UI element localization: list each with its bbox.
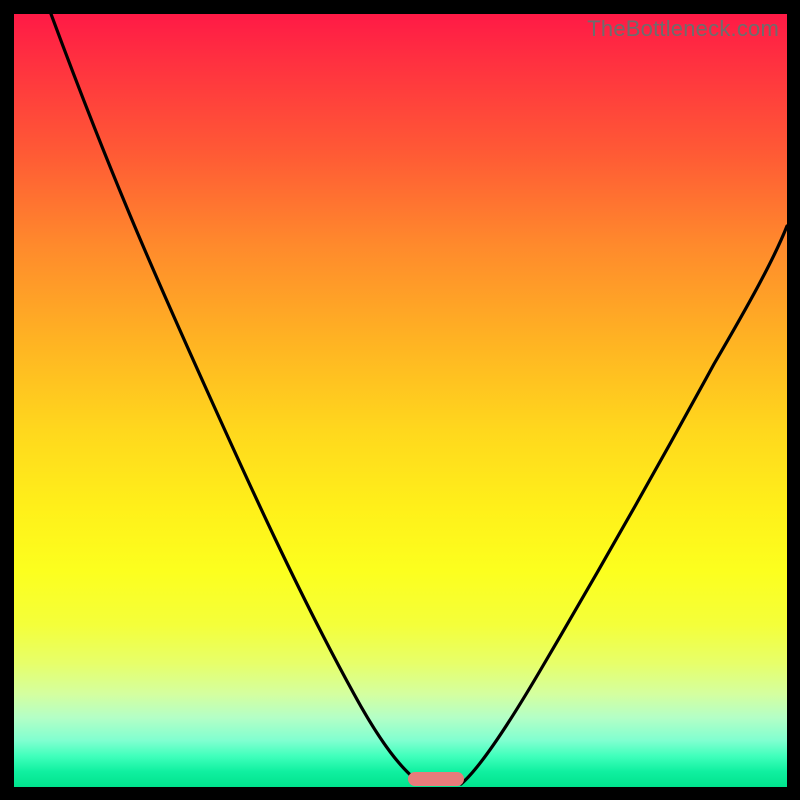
left-curve	[51, 14, 422, 784]
optimal-range-marker	[408, 772, 464, 786]
bottleneck-curves	[14, 14, 787, 787]
chart-frame: TheBottleneck.com	[0, 0, 800, 800]
plot-area: TheBottleneck.com	[14, 14, 787, 787]
right-curve	[461, 226, 787, 784]
